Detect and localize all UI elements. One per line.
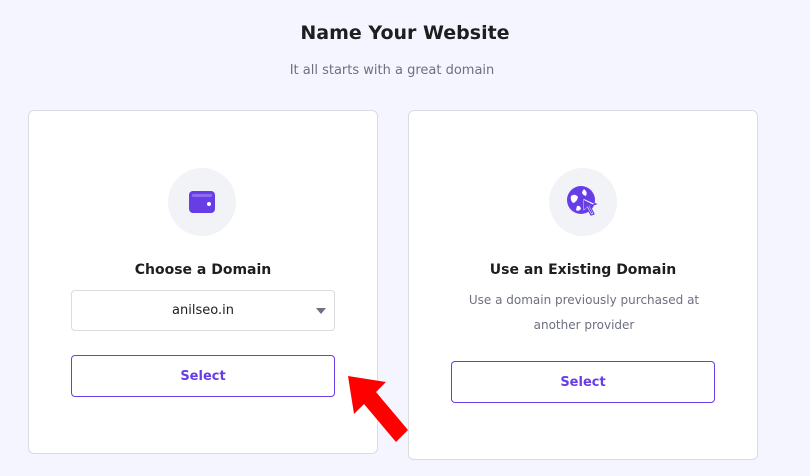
domain-dropdown[interactable]: anilseo.in (71, 290, 335, 331)
chevron-down-icon (316, 308, 326, 314)
page-title: Name Your Website (300, 22, 510, 44)
existing-domain-select-button[interactable]: Select (451, 361, 715, 403)
red-arrow-icon (338, 368, 414, 452)
existing-domain-card: Use an Existing Domain Use a domain prev… (408, 110, 758, 460)
choose-domain-title: Choose a Domain (134, 262, 272, 278)
page-subtitle: It all starts with a great domain (289, 63, 495, 78)
choose-domain-select-button[interactable]: Select (71, 355, 335, 397)
existing-domain-description-line1: Use a domain previously purchased at (468, 293, 700, 307)
existing-domain-title: Use an Existing Domain (489, 262, 677, 278)
choose-domain-card: Choose a Domain anilseo.in Select (28, 110, 378, 454)
existing-domain-description-line2: another provider (533, 318, 635, 332)
globe-cursor-icon (549, 168, 617, 236)
wallet-icon (168, 168, 236, 236)
domain-dropdown-value: anilseo.in (172, 303, 234, 318)
